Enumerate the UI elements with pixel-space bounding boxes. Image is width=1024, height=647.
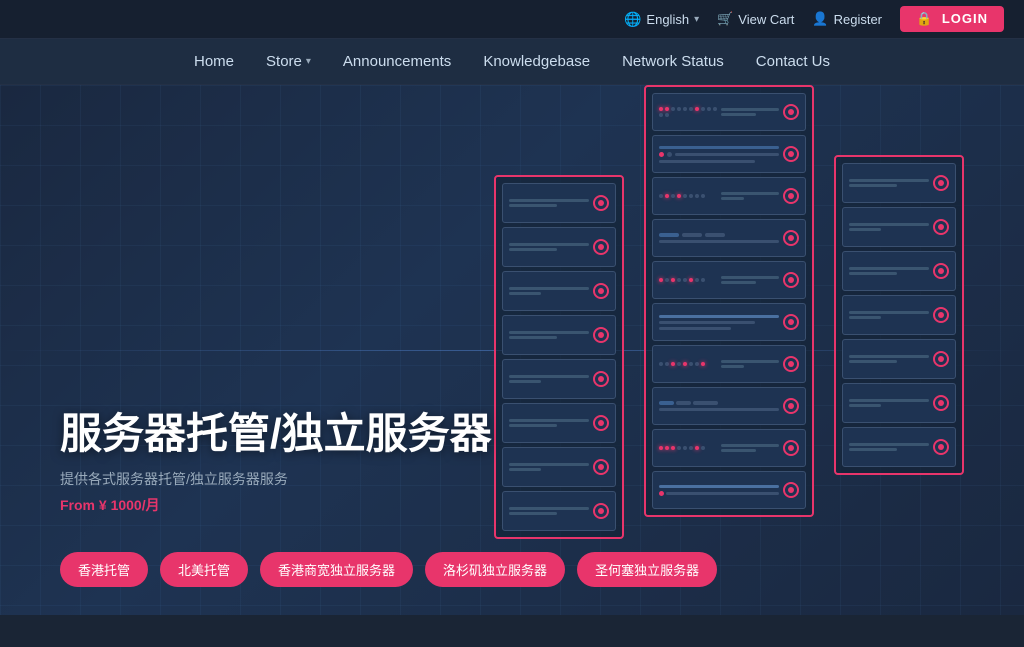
login-label: LOGIN xyxy=(942,11,988,26)
tag-hk-hosting[interactable]: 香港托管 xyxy=(60,552,148,587)
nav-announcements[interactable]: Announcements xyxy=(343,53,451,70)
server-unit xyxy=(652,93,806,131)
hero-content: 服务器托管/独立服务器 提供各式服务器托管/独立服务器服务 From ¥ 100… xyxy=(60,411,492,515)
server-unit xyxy=(842,207,956,247)
nav-store-label: Store xyxy=(266,53,302,70)
tag-sj-dedicated[interactable]: 圣何塞独立服务器 xyxy=(577,552,717,587)
cart-label: View Cart xyxy=(738,12,794,27)
server-unit xyxy=(652,345,806,383)
hero-price: From ¥ 1000/月 xyxy=(60,495,492,515)
register-label: Register xyxy=(834,12,882,27)
hero-subtitle: 提供各式服务器托管/独立服务器服务 xyxy=(60,469,492,489)
view-cart-link[interactable]: 🛒 View Cart xyxy=(717,11,794,27)
login-button[interactable]: 🔒 LOGIN xyxy=(900,6,1004,32)
nav-network-status[interactable]: Network Status xyxy=(622,53,724,70)
hero-price-text: From ¥ 1000/月 xyxy=(60,497,160,513)
server-unit xyxy=(502,359,616,399)
server-unit xyxy=(652,429,806,467)
server-unit xyxy=(652,135,806,173)
top-bar: 🌐 English ▾ 🛒 View Cart 👤 Register 🔒 LOG… xyxy=(0,0,1024,39)
server-unit xyxy=(842,383,956,423)
server-unit xyxy=(502,491,616,531)
language-label: English xyxy=(646,12,689,27)
main-nav: Home Store ▾ Announcements Knowledgebase… xyxy=(0,39,1024,85)
server-unit xyxy=(502,315,616,355)
chevron-down-icon: ▾ xyxy=(694,14,699,25)
server-unit xyxy=(842,427,956,467)
service-tags: 香港托管 北美托管 香港商宽独立服务器 洛杉矶独立服务器 圣何塞独立服务器 xyxy=(60,552,717,587)
server-unit xyxy=(652,303,806,341)
server-unit xyxy=(842,251,956,291)
server-unit xyxy=(842,295,956,335)
server-unit xyxy=(502,183,616,223)
server-unit xyxy=(502,271,616,311)
nav-home[interactable]: Home xyxy=(194,53,234,70)
server-rack-center xyxy=(644,85,814,517)
server-unit xyxy=(502,447,616,487)
tag-hk-dedicated[interactable]: 香港商宽独立服务器 xyxy=(260,552,413,587)
hero-section: 服务器托管/独立服务器 提供各式服务器托管/独立服务器服务 From ¥ 100… xyxy=(0,85,1024,615)
nav-store[interactable]: Store ▾ xyxy=(266,53,311,70)
tag-la-dedicated[interactable]: 洛杉矶独立服务器 xyxy=(425,552,565,587)
server-unit xyxy=(842,163,956,203)
server-unit xyxy=(502,403,616,443)
register-link[interactable]: 👤 Register xyxy=(812,11,882,27)
server-unit xyxy=(652,471,806,509)
tag-na-hosting[interactable]: 北美托管 xyxy=(160,552,248,587)
globe-icon: 🌐 xyxy=(624,11,641,28)
nav-knowledgebase[interactable]: Knowledgebase xyxy=(483,53,590,70)
server-unit xyxy=(842,339,956,379)
server-unit xyxy=(652,387,806,425)
chevron-down-icon: ▾ xyxy=(306,56,311,67)
hero-title: 服务器托管/独立服务器 xyxy=(60,411,492,457)
user-icon: 👤 xyxy=(812,11,828,27)
server-unit xyxy=(652,261,806,299)
server-rack-right xyxy=(834,155,964,475)
nav-contact-us[interactable]: Contact Us xyxy=(756,53,830,70)
server-unit xyxy=(652,177,806,215)
server-unit xyxy=(652,219,806,257)
cart-icon: 🛒 xyxy=(717,11,733,27)
server-rack-left xyxy=(494,175,624,539)
language-selector[interactable]: 🌐 English ▾ xyxy=(624,11,699,28)
lock-icon: 🔒 xyxy=(916,11,933,26)
server-unit xyxy=(502,227,616,267)
server-racks-area xyxy=(494,115,964,539)
